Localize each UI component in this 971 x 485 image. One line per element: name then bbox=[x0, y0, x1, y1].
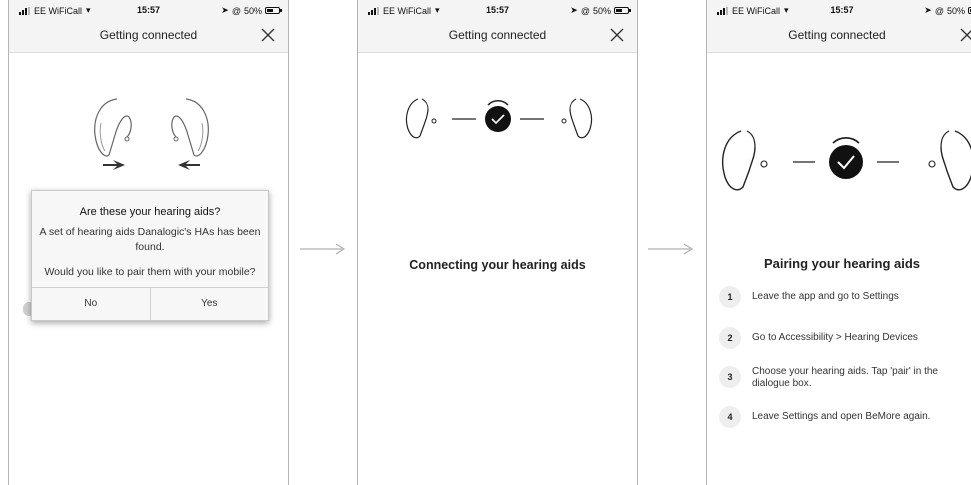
battery-icon bbox=[614, 7, 631, 14]
page-title: Getting connected bbox=[448, 28, 547, 42]
no-button[interactable]: No bbox=[32, 288, 150, 320]
step-number: 1 bbox=[719, 286, 741, 308]
nav-bar: Getting connected bbox=[707, 19, 971, 53]
step-number: 4 bbox=[719, 406, 741, 428]
dialog-message: A set of hearing aids Danalogic's HAs ha… bbox=[39, 226, 261, 253]
close-icon[interactable] bbox=[959, 27, 971, 43]
hearing-aids-icon bbox=[94, 98, 209, 170]
arrow-right-icon bbox=[648, 243, 694, 255]
pairing-dialog: Are these your hearing aids? A set of he… bbox=[31, 190, 269, 321]
status-bar: EE WiFiCall ▾ 15:57 ➤ @ 50% bbox=[358, 0, 637, 19]
location-icon: ➤ bbox=[221, 5, 229, 15]
alarm-icon: @ bbox=[580, 5, 590, 16]
location-icon: ➤ bbox=[570, 5, 578, 15]
close-icon[interactable] bbox=[609, 27, 625, 43]
pairing-heading: Pairing your hearing aids bbox=[763, 256, 921, 271]
dialog-buttons: No Yes bbox=[32, 287, 268, 320]
battery-label: 50% bbox=[592, 5, 611, 16]
screen-connecting: EE WiFiCall ▾ 15:57 ➤ @ 50% Getting conn… bbox=[357, 0, 638, 485]
arrow-right-icon bbox=[300, 243, 346, 255]
step-item: 2 Go to Accessibility > Hearing Devices bbox=[719, 327, 971, 349]
alarm-icon: @ bbox=[934, 5, 944, 16]
step-text: Leave Settings and open BeMore again. bbox=[752, 411, 931, 422]
connected-illustration bbox=[722, 130, 971, 191]
alarm-icon: @ bbox=[231, 5, 241, 16]
battery-icon bbox=[265, 7, 282, 14]
status-bar: EE WiFiCall ▾ 15:57 ➤ @ 50% bbox=[707, 0, 971, 19]
location-icon: ➤ bbox=[924, 5, 932, 15]
connecting-status: Connecting your hearing aids bbox=[409, 258, 586, 272]
screen-pairing-instructions: EE WiFiCall ▾ 15:57 ➤ @ 50% Getting conn… bbox=[706, 0, 971, 485]
nav-bar: Getting connected bbox=[358, 19, 637, 53]
step-text: Leave the app and go to Settings bbox=[752, 291, 899, 302]
dialog-question: Would you like to pair them with your mo… bbox=[44, 266, 256, 278]
battery-label: 50% bbox=[946, 5, 965, 16]
close-icon[interactable] bbox=[260, 27, 276, 43]
step-text: Go to Accessibility > Hearing Devices bbox=[752, 332, 918, 343]
step-item: 1 Leave the app and go to Settings bbox=[719, 286, 971, 308]
page-title: Getting connected bbox=[788, 28, 886, 42]
dialog-title: Are these your hearing aids? bbox=[79, 206, 221, 218]
nav-bar: Getting connected bbox=[9, 19, 288, 53]
status-bar: EE WiFiCall ▾ 15:57 ➤ @ 50% bbox=[9, 0, 288, 19]
battery-label: 50% bbox=[243, 5, 262, 16]
page-title: Getting connected bbox=[99, 28, 198, 42]
step-item: 4 Leave Settings and open BeMore again. bbox=[719, 406, 971, 428]
step-number: 3 bbox=[719, 366, 741, 388]
yes-button[interactable]: Yes bbox=[149, 288, 269, 320]
connecting-illustration bbox=[405, 98, 593, 139]
step-item: 3 Choose your hearing aids. Tap 'pair' i… bbox=[719, 366, 971, 390]
step-number: 2 bbox=[719, 327, 741, 349]
step-text: Choose your hearing aids. Tap 'pair' in … bbox=[752, 366, 938, 389]
screen-detect: EE WiFiCall ▾ 15:57 ➤ @ 50% Getting conn… bbox=[8, 0, 289, 485]
